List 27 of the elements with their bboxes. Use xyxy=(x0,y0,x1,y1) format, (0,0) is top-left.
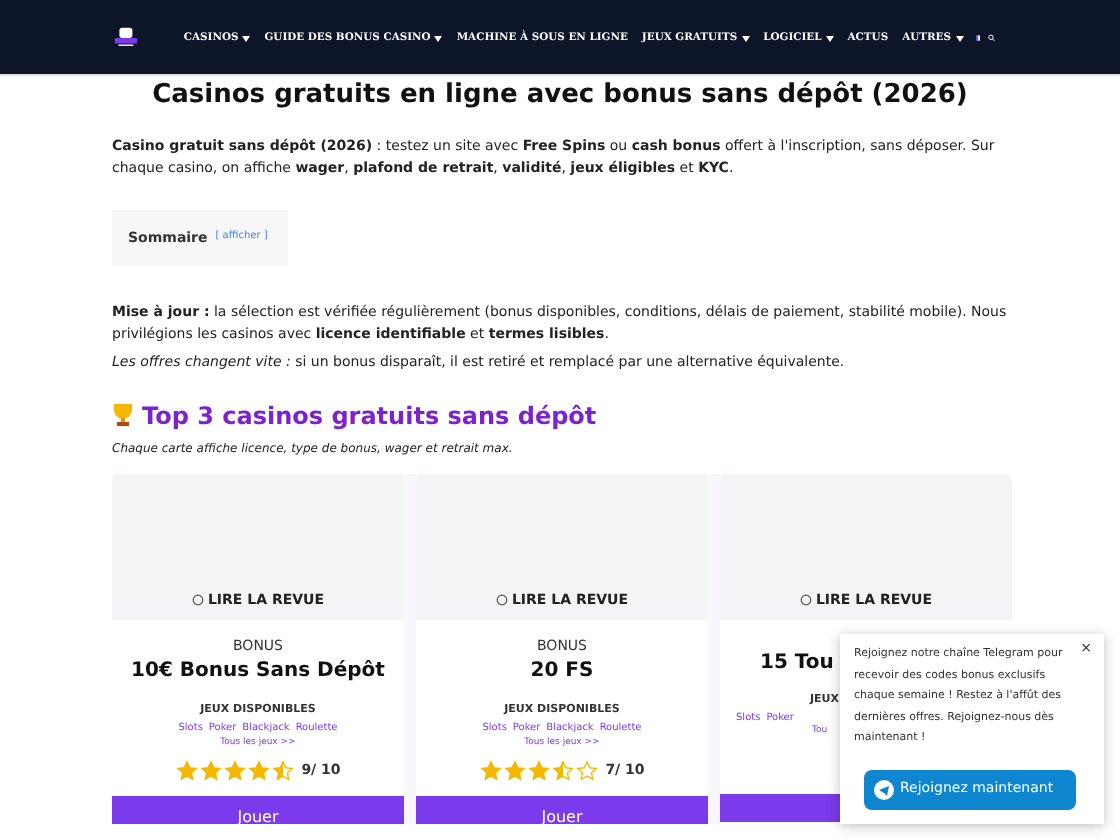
caret-icon xyxy=(741,35,750,42)
star-icon xyxy=(199,760,222,782)
star-icon xyxy=(503,760,526,782)
star-icon xyxy=(527,760,550,782)
info-icon xyxy=(191,594,204,607)
bonus-title: 10€ Bonus Sans Dépôt xyxy=(131,658,385,686)
trophy-icon xyxy=(112,402,134,428)
caret-icon xyxy=(434,35,443,42)
section-title: Top 3 casinos gratuits sans dépôt xyxy=(142,399,597,433)
caret-icon xyxy=(955,35,963,42)
star-icon xyxy=(479,760,502,782)
star-icon xyxy=(223,760,246,782)
caret-icon xyxy=(825,35,834,42)
search-icon[interactable] xyxy=(988,29,996,45)
info-icon xyxy=(799,594,812,607)
star-icon xyxy=(575,760,598,782)
caret-icon xyxy=(242,35,251,42)
page-title: Casinos gratuits en ligne avec bonus sans dépôt (2026) xyxy=(150,78,970,114)
star-icon xyxy=(271,760,294,782)
star-icon xyxy=(551,760,574,782)
star-icon xyxy=(175,760,198,782)
bonus-title: 20 FS xyxy=(530,658,594,686)
telegram-icon xyxy=(874,779,894,799)
flag-icon[interactable] xyxy=(975,31,981,43)
star-icon xyxy=(247,760,270,782)
bonus-title: 15 Tou xyxy=(760,649,834,677)
info-icon xyxy=(495,594,508,607)
